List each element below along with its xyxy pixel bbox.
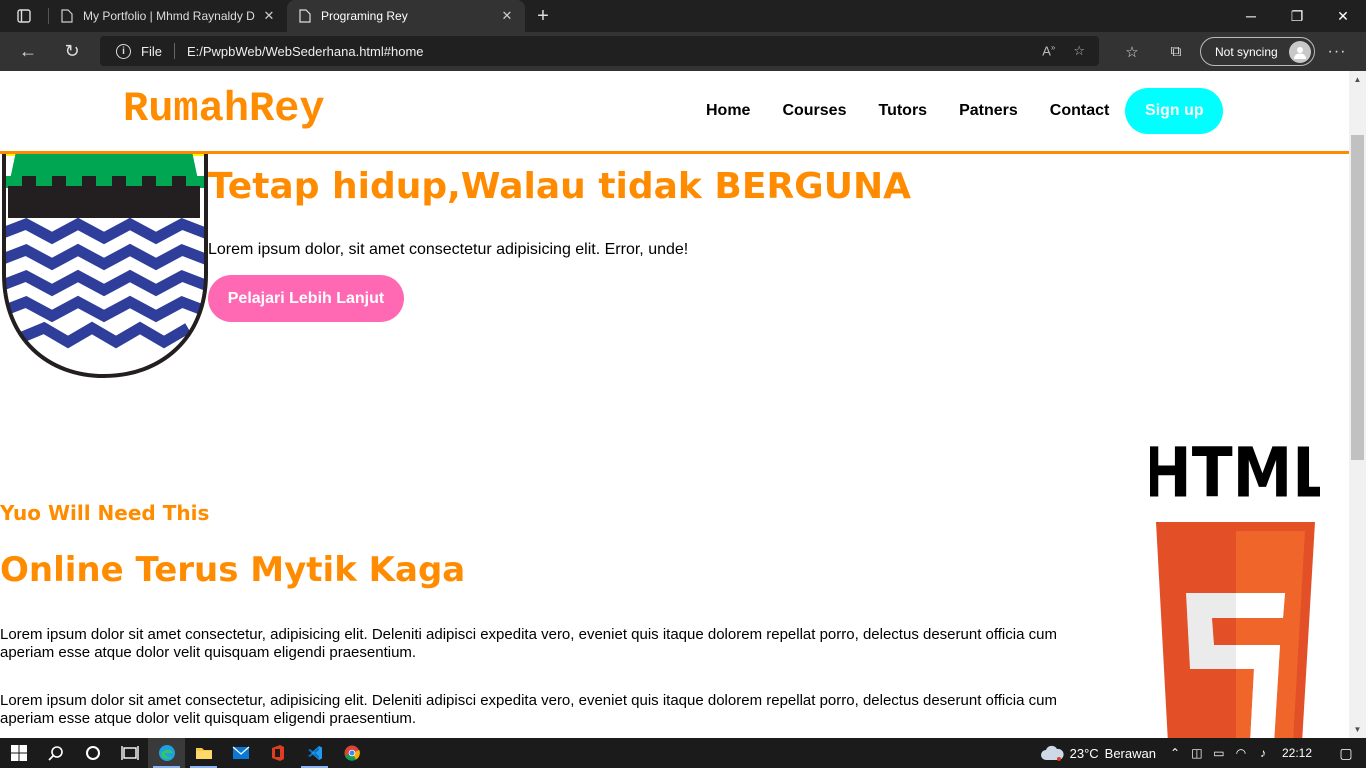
windows-logo-icon bbox=[10, 745, 27, 761]
start-button[interactable] bbox=[0, 738, 37, 768]
browser-tab-bar: My Portfolio | Mhmd Raynaldy D ✕ Program… bbox=[0, 0, 1366, 32]
system-tray: 23°C Berawan ⌃ ◫ ▭ ◠ ♪ 22:12 ▢ bbox=[1040, 738, 1366, 768]
section-paragraph: Lorem ipsum dolor sit amet consectetur, … bbox=[0, 626, 1057, 661]
edge-icon bbox=[158, 745, 175, 761]
taskbar-clock[interactable]: 22:12 bbox=[1282, 746, 1312, 760]
more-options-button[interactable]: ··· bbox=[1315, 43, 1359, 61]
close-icon[interactable]: ✕ bbox=[499, 8, 515, 24]
url-text[interactable]: E:/PwpbWeb/WebSederhana.html#home bbox=[187, 44, 1042, 59]
tab-title: My Portfolio | Mhmd Raynaldy D bbox=[83, 9, 255, 23]
signup-button[interactable]: Sign up bbox=[1125, 88, 1224, 134]
mail-icon bbox=[232, 746, 249, 759]
cloud-icon bbox=[1040, 745, 1064, 761]
taskbar-mail[interactable] bbox=[222, 738, 259, 768]
refresh-button[interactable]: ↻ bbox=[50, 32, 94, 71]
cortana-button[interactable] bbox=[74, 738, 111, 768]
new-tab-button[interactable]: + bbox=[525, 0, 561, 32]
url-divider bbox=[173, 43, 175, 59]
window-controls: ─ ❐ ✕ bbox=[1228, 0, 1366, 32]
html5-logo-image: HTML bbox=[1150, 434, 1320, 738]
user-icon bbox=[1294, 46, 1306, 59]
search-icon bbox=[47, 746, 63, 761]
volume-icon[interactable]: ♪ bbox=[1252, 746, 1274, 760]
page-scrollbar[interactable]: ▲ ▼ bbox=[1349, 71, 1366, 738]
collections-button[interactable]: ⧉ bbox=[1154, 43, 1198, 60]
nav-patners[interactable]: Patners bbox=[943, 102, 1034, 120]
plus-icon: + bbox=[537, 4, 549, 27]
page-icon bbox=[299, 9, 311, 23]
vscode-icon bbox=[307, 746, 322, 760]
tab-actions-icon bbox=[17, 9, 31, 23]
taskbar-office[interactable] bbox=[259, 738, 296, 768]
restore-button[interactable]: ❐ bbox=[1274, 0, 1320, 32]
refresh-icon: ↻ bbox=[64, 41, 80, 61]
nav-tutors[interactable]: Tutors bbox=[862, 102, 943, 120]
search-button[interactable] bbox=[37, 738, 74, 768]
sync-status-label: Not syncing bbox=[1215, 44, 1278, 59]
site-logo[interactable]: RumahRey bbox=[123, 85, 325, 133]
site-info-button[interactable]: i File bbox=[116, 43, 162, 59]
hero-title: Tetap hidup,Walau tidak BERGUNA bbox=[208, 166, 911, 207]
close-icon[interactable]: ✕ bbox=[261, 8, 277, 24]
nav-contact[interactable]: Contact bbox=[1034, 102, 1126, 120]
task-view-icon bbox=[120, 746, 139, 760]
task-view-button[interactable] bbox=[111, 738, 148, 768]
taskbar-vscode[interactable] bbox=[296, 738, 333, 768]
browser-toolbar: ← ↻ i File E:/PwpbWeb/WebSederhana.html#… bbox=[0, 32, 1366, 71]
weather-condition: Berawan bbox=[1104, 745, 1156, 761]
chevron-up-icon[interactable]: ⌃ bbox=[1164, 746, 1186, 760]
folder-icon bbox=[195, 748, 212, 759]
nav-home[interactable]: Home bbox=[690, 102, 766, 120]
scrollbar-thumb[interactable] bbox=[1351, 135, 1364, 460]
site-header: RumahRey Home Courses Tutors Patners Con… bbox=[0, 71, 1349, 154]
tab-title: Programing Rey bbox=[321, 9, 408, 23]
tab-portfolio[interactable]: My Portfolio | Mhmd Raynaldy D ✕ bbox=[49, 0, 287, 32]
section-title: Online Terus Mytik Kaga bbox=[0, 550, 466, 590]
section-subheading: Yuo Will Need This bbox=[0, 501, 210, 525]
office-icon bbox=[271, 745, 284, 761]
favorites-icon: ☆ bbox=[1125, 43, 1139, 61]
back-button[interactable]: ← bbox=[6, 32, 50, 71]
url-scheme-label: File bbox=[141, 43, 162, 59]
page-icon bbox=[61, 9, 73, 23]
minimize-button[interactable]: ─ bbox=[1228, 0, 1274, 32]
cortana-icon bbox=[85, 746, 100, 760]
scroll-up-arrow-icon[interactable]: ▲ bbox=[1349, 71, 1366, 88]
chrome-icon bbox=[344, 745, 360, 761]
info-icon: i bbox=[116, 43, 131, 59]
weather-temperature: 23°C bbox=[1069, 745, 1099, 761]
battery-icon[interactable]: ▭ bbox=[1208, 746, 1230, 760]
collections-icon: ⧉ bbox=[1170, 43, 1182, 60]
window-close-button[interactable]: ✕ bbox=[1320, 0, 1366, 32]
back-arrow-icon: ← bbox=[19, 41, 37, 61]
meet-now-icon[interactable]: ◫ bbox=[1186, 746, 1208, 760]
taskbar-chrome[interactable] bbox=[333, 738, 370, 768]
favorites-button[interactable]: ☆ bbox=[1110, 43, 1154, 61]
site-nav: Home Courses Tutors Patners Contact Sign… bbox=[690, 88, 1224, 134]
tab-programing-rey[interactable]: Programing Rey ✕ bbox=[287, 0, 525, 32]
taskbar-edge[interactable] bbox=[148, 738, 185, 768]
taskbar-file-explorer[interactable] bbox=[185, 738, 222, 768]
windows-taskbar: 23°C Berawan ⌃ ◫ ▭ ◠ ♪ 22:12 ▢ bbox=[0, 738, 1366, 768]
section-paragraph: Lorem ipsum dolor sit amet consectetur, … bbox=[0, 692, 1057, 727]
avatar bbox=[1289, 40, 1311, 63]
weather-widget[interactable]: 23°C Berawan bbox=[1040, 745, 1156, 761]
more-icon: ··· bbox=[1327, 42, 1347, 60]
profile-button[interactable]: Not syncing bbox=[1200, 37, 1315, 66]
address-bar[interactable]: i File E:/PwpbWeb/WebSederhana.html#home… bbox=[100, 36, 1099, 66]
read-aloud-icon[interactable]: A» bbox=[1042, 43, 1055, 59]
nav-courses[interactable]: Courses bbox=[766, 102, 862, 120]
address-bar-actions: A» ☆ bbox=[1042, 43, 1085, 59]
learn-more-button[interactable]: Pelajari Lebih Lanjut bbox=[208, 275, 404, 322]
hero-description: Lorem ipsum dolor, sit amet consectetur … bbox=[208, 241, 689, 258]
add-favorite-icon[interactable]: ☆ bbox=[1073, 43, 1085, 59]
wifi-icon[interactable]: ◠ bbox=[1230, 746, 1252, 760]
scroll-down-arrow-icon[interactable]: ▼ bbox=[1349, 721, 1366, 738]
notification-icon[interactable]: ▢ bbox=[1326, 745, 1366, 762]
tab-actions-button[interactable] bbox=[0, 0, 48, 32]
toolbar-right: ☆ ⧉ Not syncing ··· bbox=[1110, 32, 1359, 71]
html-logo-label: HTML bbox=[1150, 434, 1320, 514]
page-viewport: RumahRey Home Courses Tutors Patners Con… bbox=[0, 71, 1366, 738]
